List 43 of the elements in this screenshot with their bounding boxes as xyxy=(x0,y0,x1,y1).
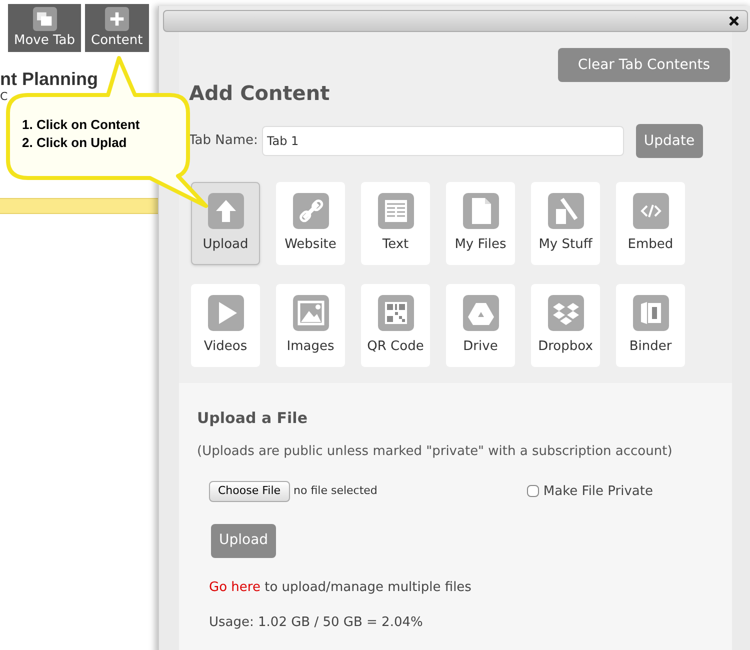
dropbox-icon xyxy=(548,294,584,331)
tab-name-field[interactable]: Tab 1 xyxy=(262,126,624,156)
plus-icon xyxy=(104,6,129,30)
dialog-heading: Add Content xyxy=(188,80,331,107)
private-checkbox-label: Make File Private xyxy=(543,482,653,500)
content-type-tile[interactable]: My Stuff xyxy=(531,182,600,265)
toolbar-button[interactable]: Content xyxy=(85,4,149,52)
upload-note: (Uploads are public unless marked "private" with a subscription account) xyxy=(197,442,674,460)
content-type-tile[interactable]: Videos xyxy=(191,284,260,367)
code-icon xyxy=(632,192,668,229)
close-icon[interactable] xyxy=(729,16,739,26)
upload-heading: Upload a File xyxy=(197,408,308,429)
usage-text: Usage: 1.02 GB / 50 GB = 2.04% xyxy=(208,614,424,632)
link-description: to upload/manage multiple files xyxy=(264,578,472,596)
content-type-tile[interactable]: Website xyxy=(276,182,345,265)
qr-icon xyxy=(378,294,414,331)
content-type-tile[interactable]: Dropbox xyxy=(531,284,600,367)
private-checkbox[interactable] xyxy=(527,485,540,498)
content-type-tile[interactable]: Text xyxy=(361,182,430,265)
drive-icon xyxy=(462,294,498,331)
content-type-tile[interactable]: My Files xyxy=(446,182,515,265)
binder-icon xyxy=(632,294,668,331)
file-icon xyxy=(462,192,498,229)
go-here-link[interactable]: Go here xyxy=(209,578,260,597)
tabs-icon xyxy=(32,6,56,30)
content-type-tile[interactable]: Embed xyxy=(616,182,685,265)
image-icon xyxy=(292,294,328,331)
content-type-tile[interactable]: QR Code xyxy=(361,284,430,367)
content-type-tile[interactable]: Upload xyxy=(191,182,260,265)
play-icon xyxy=(208,294,244,331)
upload-icon xyxy=(208,192,244,229)
callout-text: 1. Click on Content 2. Click on Uplad xyxy=(22,116,140,152)
page-title: nt Planning xyxy=(0,68,99,90)
file-status: no file selected xyxy=(294,483,378,499)
link-icon xyxy=(292,192,328,229)
content-type-tile[interactable]: Binder xyxy=(616,284,685,367)
toolbar-button[interactable]: Move Tab xyxy=(8,4,82,52)
choose-file-button[interactable]: Choose File xyxy=(209,481,290,502)
content-type-tile[interactable]: Drive xyxy=(446,284,515,367)
text-icon xyxy=(378,192,414,229)
tab-name-label: Tab Name: xyxy=(189,132,258,150)
page-subtitle: C xyxy=(0,90,9,102)
content-type-tile[interactable]: Images xyxy=(276,284,345,367)
